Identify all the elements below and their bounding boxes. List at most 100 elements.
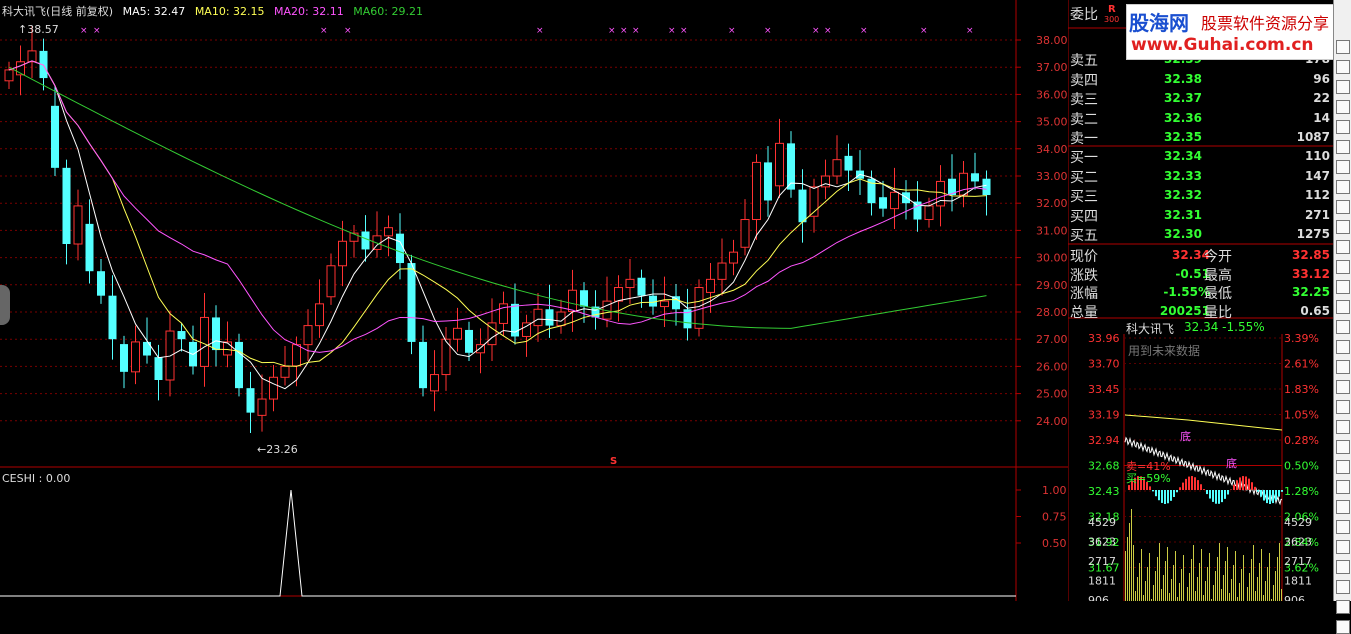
toolbar-tool-icon[interactable] xyxy=(1336,420,1350,434)
candle[interactable] xyxy=(787,131,795,198)
kline-svg[interactable]: 38.0037.0036.0035.0034.0033.0032.0031.00… xyxy=(0,0,1068,601)
toolbar-tool-icon[interactable] xyxy=(1336,240,1350,254)
candle[interactable] xyxy=(948,154,956,211)
candle[interactable] xyxy=(201,293,209,387)
candle[interactable] xyxy=(741,199,749,255)
candle[interactable] xyxy=(166,311,174,397)
toolbar-tool-icon[interactable] xyxy=(1336,140,1350,154)
toolbar-tool-icon[interactable] xyxy=(1336,540,1350,554)
candle[interactable] xyxy=(695,279,703,336)
toolbar-tool-icon[interactable] xyxy=(1336,460,1350,474)
candle[interactable] xyxy=(5,62,13,89)
toolbar-tool-icon[interactable] xyxy=(1336,560,1350,574)
candle[interactable] xyxy=(626,259,634,304)
toolbar-tool-icon[interactable] xyxy=(1336,200,1350,214)
candle[interactable] xyxy=(385,215,393,256)
candle[interactable] xyxy=(270,365,278,411)
candle[interactable] xyxy=(477,328,485,373)
toolbar-tool-icon[interactable] xyxy=(1336,600,1350,614)
toolbar-tool-icon[interactable] xyxy=(1336,100,1350,114)
candle[interactable] xyxy=(212,305,220,366)
toolbar-tool-icon[interactable] xyxy=(1336,580,1350,594)
candle[interactable] xyxy=(511,283,519,344)
toolbar-tool-icon[interactable] xyxy=(1336,360,1350,374)
candle[interactable] xyxy=(776,119,784,198)
orderbook-row[interactable]: 卖一 32.35 1087 xyxy=(1070,128,1332,147)
candle[interactable] xyxy=(856,150,864,195)
candle[interactable] xyxy=(373,211,381,257)
candle[interactable] xyxy=(51,85,59,176)
candle[interactable] xyxy=(983,171,991,216)
orderbook-row[interactable]: 买五 32.30 1275 xyxy=(1070,225,1332,244)
candle[interactable] xyxy=(730,240,738,275)
orderbook-row[interactable]: 卖三 32.37 22 xyxy=(1070,89,1332,108)
toolbar-tool-icon[interactable] xyxy=(1336,400,1350,414)
candle[interactable] xyxy=(258,375,266,432)
candle[interactable] xyxy=(109,275,117,359)
candle[interactable] xyxy=(86,199,94,283)
toolbar-tool-icon[interactable] xyxy=(1336,340,1350,354)
orderbook-row[interactable]: 买四 32.31 271 xyxy=(1070,206,1332,225)
candle[interactable] xyxy=(891,168,899,229)
candle[interactable] xyxy=(971,153,979,190)
toolbar-tool-icon[interactable] xyxy=(1336,380,1350,394)
toolbar-tool-icon[interactable] xyxy=(1336,180,1350,194)
candle[interactable] xyxy=(350,225,358,258)
candle[interactable] xyxy=(17,45,25,95)
candle[interactable] xyxy=(120,336,128,388)
candle[interactable] xyxy=(799,169,807,242)
toolbar-tool-icon[interactable] xyxy=(1336,480,1350,494)
candle[interactable] xyxy=(189,326,197,375)
toolbar-tool-icon[interactable] xyxy=(1336,520,1350,534)
candle[interactable] xyxy=(74,190,82,261)
candle[interactable] xyxy=(327,254,335,305)
candle[interactable] xyxy=(960,161,968,207)
candle[interactable] xyxy=(615,275,623,321)
toolbar-tool-icon[interactable] xyxy=(1336,80,1350,94)
toolbar-tool-icon[interactable] xyxy=(1336,160,1350,174)
toolbar-tool-icon[interactable] xyxy=(1336,500,1350,514)
candle[interactable] xyxy=(822,160,830,199)
toolbar-tool-icon[interactable] xyxy=(1336,260,1350,274)
candle[interactable] xyxy=(419,326,427,397)
toolbar-tool-icon[interactable] xyxy=(1336,120,1350,134)
corner-code: 300 xyxy=(1104,15,1119,24)
candle[interactable] xyxy=(764,146,772,217)
candle[interactable] xyxy=(557,300,565,334)
candle[interactable] xyxy=(753,154,761,240)
candle[interactable] xyxy=(97,259,105,304)
orderbook-row[interactable]: 买三 32.32 112 xyxy=(1070,186,1332,205)
toolbar-tool-icon[interactable] xyxy=(1336,220,1350,234)
candle[interactable] xyxy=(833,135,841,184)
candle[interactable] xyxy=(684,289,692,341)
candle[interactable] xyxy=(132,326,140,384)
kline-chart-panel[interactable]: 38.0037.0036.0035.0034.0033.0032.0031.00… xyxy=(0,0,1068,601)
candle[interactable] xyxy=(63,160,71,265)
candle[interactable] xyxy=(718,239,726,296)
toolbar-tool-icon[interactable] xyxy=(1336,60,1350,74)
collapse-handle[interactable] xyxy=(0,285,10,325)
candle[interactable] xyxy=(247,372,255,433)
candle[interactable] xyxy=(454,308,462,352)
candle[interactable] xyxy=(431,350,439,411)
candle[interactable] xyxy=(534,293,542,342)
orderbook-row[interactable]: 买二 32.33 147 xyxy=(1070,167,1332,186)
candle[interactable] xyxy=(316,279,324,337)
candle[interactable] xyxy=(523,315,531,357)
toolbar-tool-icon[interactable] xyxy=(1336,300,1350,314)
candle[interactable] xyxy=(224,322,232,368)
toolbar-tool-icon[interactable] xyxy=(1336,40,1350,54)
signal-marker: × xyxy=(728,26,736,36)
toolbar-tool-icon[interactable] xyxy=(1336,320,1350,334)
orderbook-row[interactable]: 买一 32.34 110 xyxy=(1070,147,1332,166)
toolbar-tool-icon[interactable] xyxy=(1336,440,1350,454)
toolbar-tool-icon[interactable] xyxy=(1336,620,1350,634)
candle[interactable] xyxy=(672,284,680,326)
mini-volume-bar xyxy=(1187,587,1188,601)
candle[interactable] xyxy=(304,309,312,361)
candle[interactable] xyxy=(500,292,508,336)
orderbook-row[interactable]: 卖二 32.36 14 xyxy=(1070,109,1332,128)
toolbar-tool-icon[interactable] xyxy=(1336,280,1350,294)
orderbook-row[interactable]: 卖四 32.38 96 xyxy=(1070,70,1332,89)
candle[interactable] xyxy=(235,334,243,397)
